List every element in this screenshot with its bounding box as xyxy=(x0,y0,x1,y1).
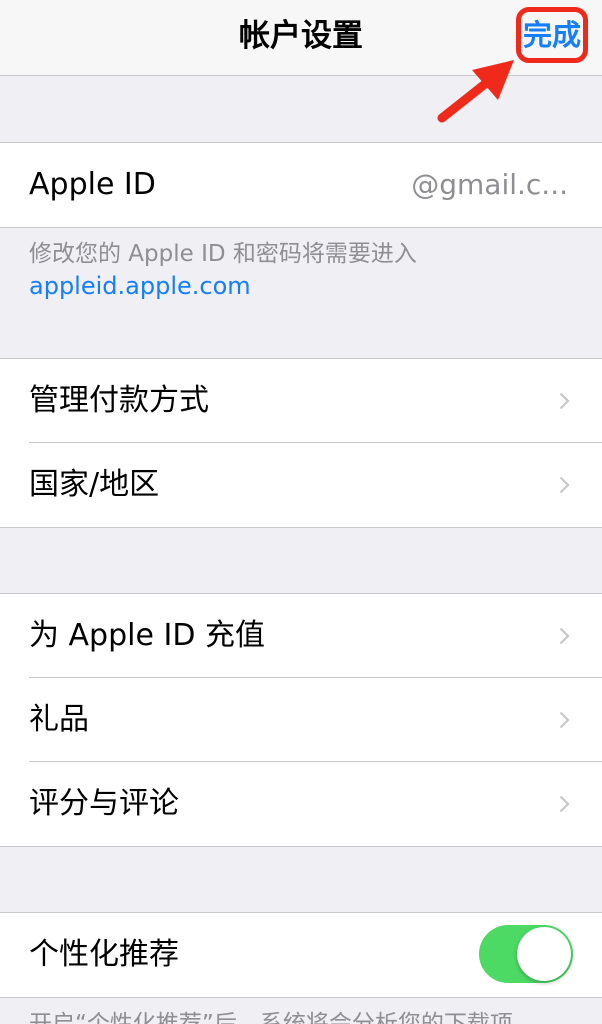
manage-payment-row[interactable]: 管理付款方式 xyxy=(0,359,602,443)
personalization-label: 个性化推荐 xyxy=(29,937,179,972)
personalization-note: 开启“个性化推荐”后，系统将会分析您的下载项 xyxy=(29,1011,513,1024)
add-funds-row[interactable]: 为 Apple ID 充值 xyxy=(0,594,602,678)
apple-id-note-text: 修改您的 Apple ID 和密码将需要进入 xyxy=(29,241,417,267)
personalization-toggle[interactable] xyxy=(479,925,573,983)
personalization-row: 个性化推荐 xyxy=(0,913,602,997)
ratings-reviews-label: 评分与评论 xyxy=(29,786,179,821)
chevron-right-icon xyxy=(559,795,570,813)
chevron-right-icon xyxy=(559,392,570,410)
ratings-reviews-row[interactable]: 评分与评论 xyxy=(0,762,602,846)
personalization-group: 个性化推荐 xyxy=(0,912,602,998)
add-funds-label: 为 Apple ID 充值 xyxy=(29,618,265,653)
manage-payment-label: 管理付款方式 xyxy=(29,383,209,418)
apple-id-row[interactable]: Apple ID @gmail.c... xyxy=(0,143,602,227)
annotation-arrow-icon xyxy=(437,60,514,123)
apple-id-value: @gmail.c... xyxy=(411,168,568,201)
appleid-link[interactable]: appleid.apple.com xyxy=(29,270,589,302)
gifts-label: 礼品 xyxy=(29,702,89,737)
gifts-row[interactable]: 礼品 xyxy=(0,678,602,762)
payment-group: 管理付款方式 国家/地区 xyxy=(0,358,602,528)
account-settings-screen: 帐户设置 完成 Apple ID @gmail.c... 修改您的 Apple … xyxy=(0,0,602,1024)
toggle-knob xyxy=(517,927,571,981)
country-region-label: 国家/地区 xyxy=(29,467,160,502)
chevron-right-icon xyxy=(559,627,570,645)
chevron-right-icon xyxy=(559,476,570,494)
chevron-right-icon xyxy=(559,711,570,729)
apple-id-group: Apple ID @gmail.c... xyxy=(0,142,602,228)
apple-id-label: Apple ID xyxy=(29,167,156,202)
store-group: 为 Apple ID 充值 礼品 评分与评论 xyxy=(0,593,602,847)
apple-id-note: 修改您的 Apple ID 和密码将需要进入 appleid.apple.com xyxy=(29,238,589,302)
country-region-row[interactable]: 国家/地区 xyxy=(0,443,602,527)
